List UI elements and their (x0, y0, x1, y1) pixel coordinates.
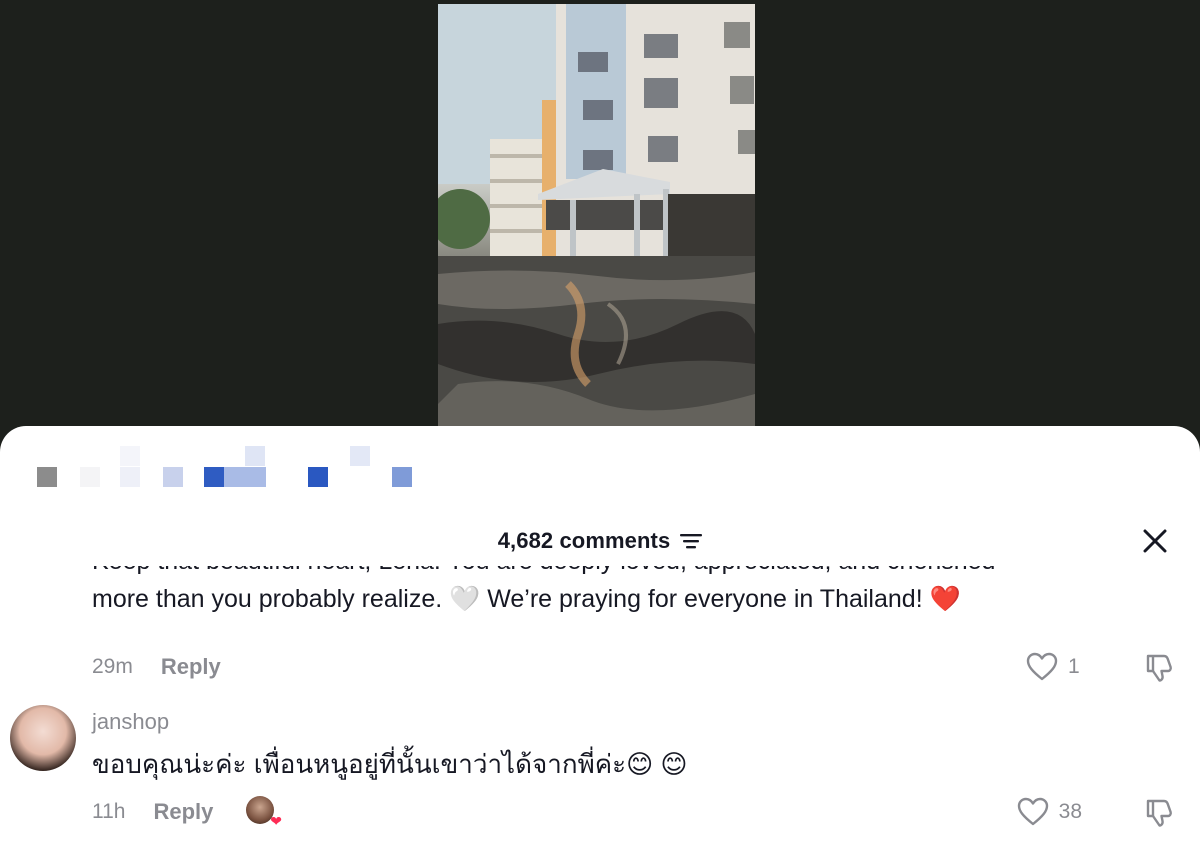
flooded-building-illustration (438, 4, 755, 428)
comment-time: 29m (92, 655, 133, 678)
comment-list[interactable]: Keep that beautiful heart, Lena. You are… (0, 566, 1200, 849)
like-count: 1 (1068, 655, 1080, 678)
creator-liked-badge: ❤ (246, 796, 282, 828)
thumbs-down-icon (1146, 654, 1172, 682)
dislike-button[interactable] (1142, 652, 1174, 689)
heart-icon (1026, 652, 1058, 681)
comment-text: Keep that beautiful heart, Lena. You are… (92, 566, 1152, 618)
comment-username[interactable]: janshop (92, 709, 169, 735)
reply-button[interactable]: Reply (161, 654, 221, 680)
sort-icon[interactable] (680, 532, 703, 550)
close-icon (1143, 529, 1167, 553)
like-button[interactable]: 1 (1026, 652, 1082, 682)
comment-text-line1: Keep that beautiful heart, Lena. You are… (92, 566, 1152, 580)
pixelated-redaction (0, 426, 1200, 506)
avatar[interactable] (10, 705, 76, 771)
comment-meta: 29m Reply (92, 654, 221, 680)
comment-text-line2: more than you probably realize. 🤍 We’re … (92, 585, 961, 613)
video-player-area[interactable] (0, 0, 1200, 440)
like-count: 38 (1058, 800, 1082, 823)
dislike-button[interactable] (1142, 797, 1174, 834)
thumbs-down-icon (1146, 799, 1172, 827)
comment-meta: 11h Reply (92, 799, 213, 825)
comments-sheet: 4,682 comments Keep that beautiful heart… (0, 426, 1200, 849)
heart-icon (1017, 797, 1048, 826)
video-frame[interactable] (438, 4, 755, 428)
comment-text: ขอบคุณน่ะค่ะ เพื่อนหนูอยู่ที่นั้นเขาว่าไ… (92, 749, 688, 779)
comment-time: 11h (92, 800, 126, 823)
like-button[interactable]: 38 (1017, 797, 1082, 827)
close-button[interactable] (1140, 526, 1170, 556)
heart-icon: ❤ (270, 813, 282, 829)
comments-header: 4,682 comments (0, 526, 1200, 556)
comments-count: 4,682 comments (497, 528, 671, 553)
reply-button[interactable]: Reply (153, 799, 213, 825)
